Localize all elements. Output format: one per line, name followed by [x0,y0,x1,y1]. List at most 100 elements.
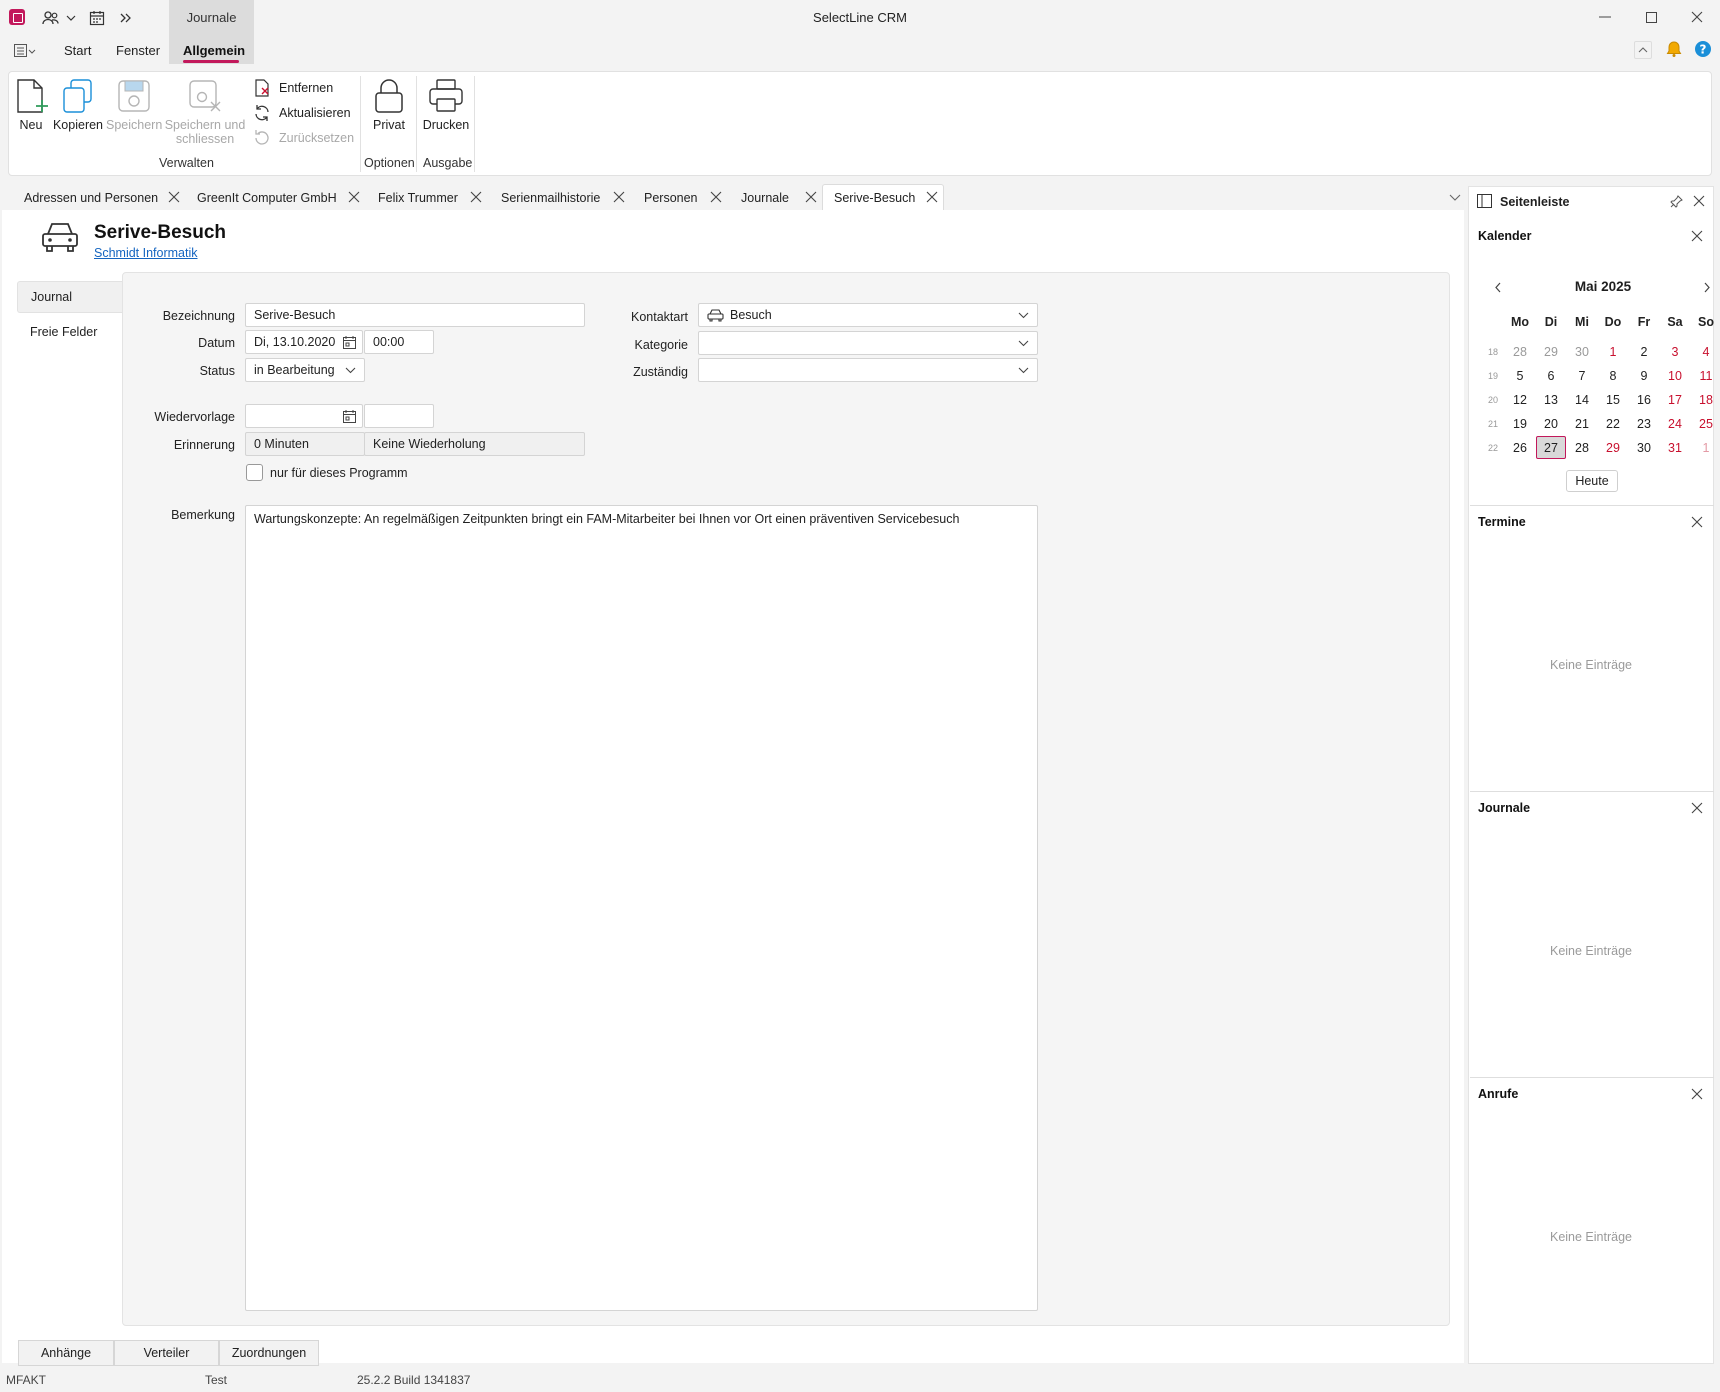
calendar-day[interactable]: 13 [1537,393,1565,407]
close-anrufe-icon[interactable] [1690,1087,1704,1101]
calendar-day[interactable]: 11 [1692,369,1720,383]
bemerkung-textarea[interactable]: Wartungskonzepte: An regelmäßigen Zeitpu… [245,505,1038,1311]
calendar-day[interactable]: 29 [1599,441,1627,455]
calendar-day[interactable]: 24 [1661,417,1689,431]
tab-journale[interactable]: Journale [741,186,789,210]
pin-icon[interactable] [1670,195,1683,208]
kategorie-select[interactable] [698,331,1038,355]
calendar-day[interactable]: 7 [1568,369,1596,383]
calendar-day[interactable]: 26 [1506,441,1534,455]
address-link[interactable]: Schmidt Informatik [94,246,198,260]
privat-button[interactable]: Privat [366,78,412,132]
date-picker-icon[interactable] [343,410,356,423]
close-icon[interactable] [708,189,724,205]
calendar-day[interactable]: 21 [1568,417,1596,431]
calendar-day[interactable]: 12 [1506,393,1534,407]
calendar-day[interactable]: 18 [1692,393,1720,407]
chevron-down-icon[interactable] [64,8,78,28]
calendar-day[interactable]: 30 [1630,441,1658,455]
wiedervorlage-time-input[interactable] [364,404,434,428]
menu-fenster[interactable]: Fenster [116,43,160,58]
tab-serienmailhistorie[interactable]: Serienmailhistorie [501,186,600,210]
calendar-day[interactable]: 31 [1661,441,1689,455]
drucken-button[interactable]: Drucken [422,78,470,132]
wiederholung-select[interactable]: Keine Wiederholung [364,432,585,456]
calendar-day[interactable]: 2 [1630,345,1658,359]
calendar-day[interactable]: 6 [1537,369,1565,383]
close-icon[interactable] [924,189,940,205]
close-icon[interactable] [468,189,484,205]
contacts-icon[interactable] [41,8,61,28]
calendar-day[interactable]: 28 [1568,441,1596,455]
side-tab-freie-felder[interactable]: Freie Felder [17,316,123,348]
side-tab-journal[interactable]: Journal [17,281,123,313]
close-sidebar-icon[interactable] [1692,194,1706,208]
prev-month-icon[interactable] [1494,282,1502,293]
wiedervorlage-date-input[interactable] [245,404,363,428]
erinnerung-select[interactable]: 0 Minuten [245,432,365,456]
zuruecksetzen-button[interactable]: Zurücksetzen [253,128,354,148]
calendar-day[interactable]: 9 [1630,369,1658,383]
tab-list-chevron-icon[interactable] [1449,194,1461,202]
calendar-day[interactable]: 20 [1537,417,1565,431]
more-icon[interactable] [116,8,136,28]
calendar-day[interactable]: 10 [1661,369,1689,383]
speichern-schliessen-button[interactable]: Speichern und schliessen [164,78,246,146]
calendar-day[interactable]: 4 [1692,345,1720,359]
date-picker-icon[interactable] [343,336,356,349]
close-icon[interactable] [166,189,182,205]
menu-allgemein[interactable]: Allgemein [183,43,245,58]
close-window-button[interactable] [1674,0,1720,34]
calendar-day[interactable]: 16 [1630,393,1658,407]
calendar-day[interactable]: 19 [1506,417,1534,431]
maximize-button[interactable] [1628,0,1674,34]
calendar-day[interactable]: 29 [1537,345,1565,359]
calendar-day[interactable]: 28 [1506,345,1534,359]
calendar-day[interactable]: 15 [1599,393,1627,407]
nur-programm-checkbox[interactable] [246,464,263,481]
bezeichnung-input[interactable]: Serive-Besuch [245,303,585,327]
close-termine-icon[interactable] [1690,515,1704,529]
calendar-day[interactable]: 5 [1506,369,1534,383]
heute-button[interactable]: Heute [1566,470,1618,492]
status-select[interactable]: in Bearbeitung [245,358,365,382]
calendar-day[interactable]: 8 [1599,369,1627,383]
tab-anhaenge[interactable]: Anhänge [18,1340,114,1366]
close-icon[interactable] [803,189,819,205]
tab-personen[interactable]: Personen [644,186,698,210]
tab-greenit[interactable]: GreenIt Computer GmbH [197,186,337,210]
next-month-icon[interactable] [1703,282,1711,293]
calendar-icon[interactable] [87,8,107,28]
collapse-ribbon-button[interactable] [1634,41,1652,59]
close-journale-icon[interactable] [1690,801,1704,815]
calendar-day[interactable]: 17 [1661,393,1689,407]
calendar-day[interactable]: 27 [1537,441,1565,455]
calendar-day[interactable]: 1 [1599,345,1627,359]
app-menu-icon[interactable] [14,43,36,59]
close-icon[interactable] [346,189,362,205]
calendar-day[interactable]: 22 [1599,417,1627,431]
datum-input[interactable]: Di, 13.10.2020 [245,330,363,354]
minimize-button[interactable] [1582,0,1628,34]
close-icon[interactable] [611,189,627,205]
kontaktart-select[interactable]: Besuch [698,303,1038,327]
calendar-day[interactable]: 30 [1568,345,1596,359]
calendar-day[interactable]: 23 [1630,417,1658,431]
notification-bell-icon[interactable] [1665,40,1683,58]
help-icon[interactable]: ? [1694,40,1712,58]
calendar-day[interactable]: 3 [1661,345,1689,359]
kopieren-button[interactable]: Kopieren [52,78,104,132]
aktualisieren-button[interactable]: Aktualisieren [253,103,351,123]
tab-serive-besuch[interactable]: Serive-Besuch [834,186,915,210]
tab-zuordnungen[interactable]: Zuordnungen [219,1340,319,1366]
neu-button[interactable]: Neu [12,78,50,132]
menu-start[interactable]: Start [64,43,91,58]
tab-felix-trummer[interactable]: Felix Trummer [378,186,458,210]
calendar-day[interactable]: 14 [1568,393,1596,407]
zeit-input[interactable]: 00:00 [364,330,434,354]
zustaendig-select[interactable] [698,358,1038,382]
calendar-day[interactable]: 1 [1692,441,1720,455]
tab-adressen-personen[interactable]: Adressen und Personen [24,186,158,210]
close-kalender-icon[interactable] [1690,229,1704,243]
entfernen-button[interactable]: Entfernen [253,78,333,98]
